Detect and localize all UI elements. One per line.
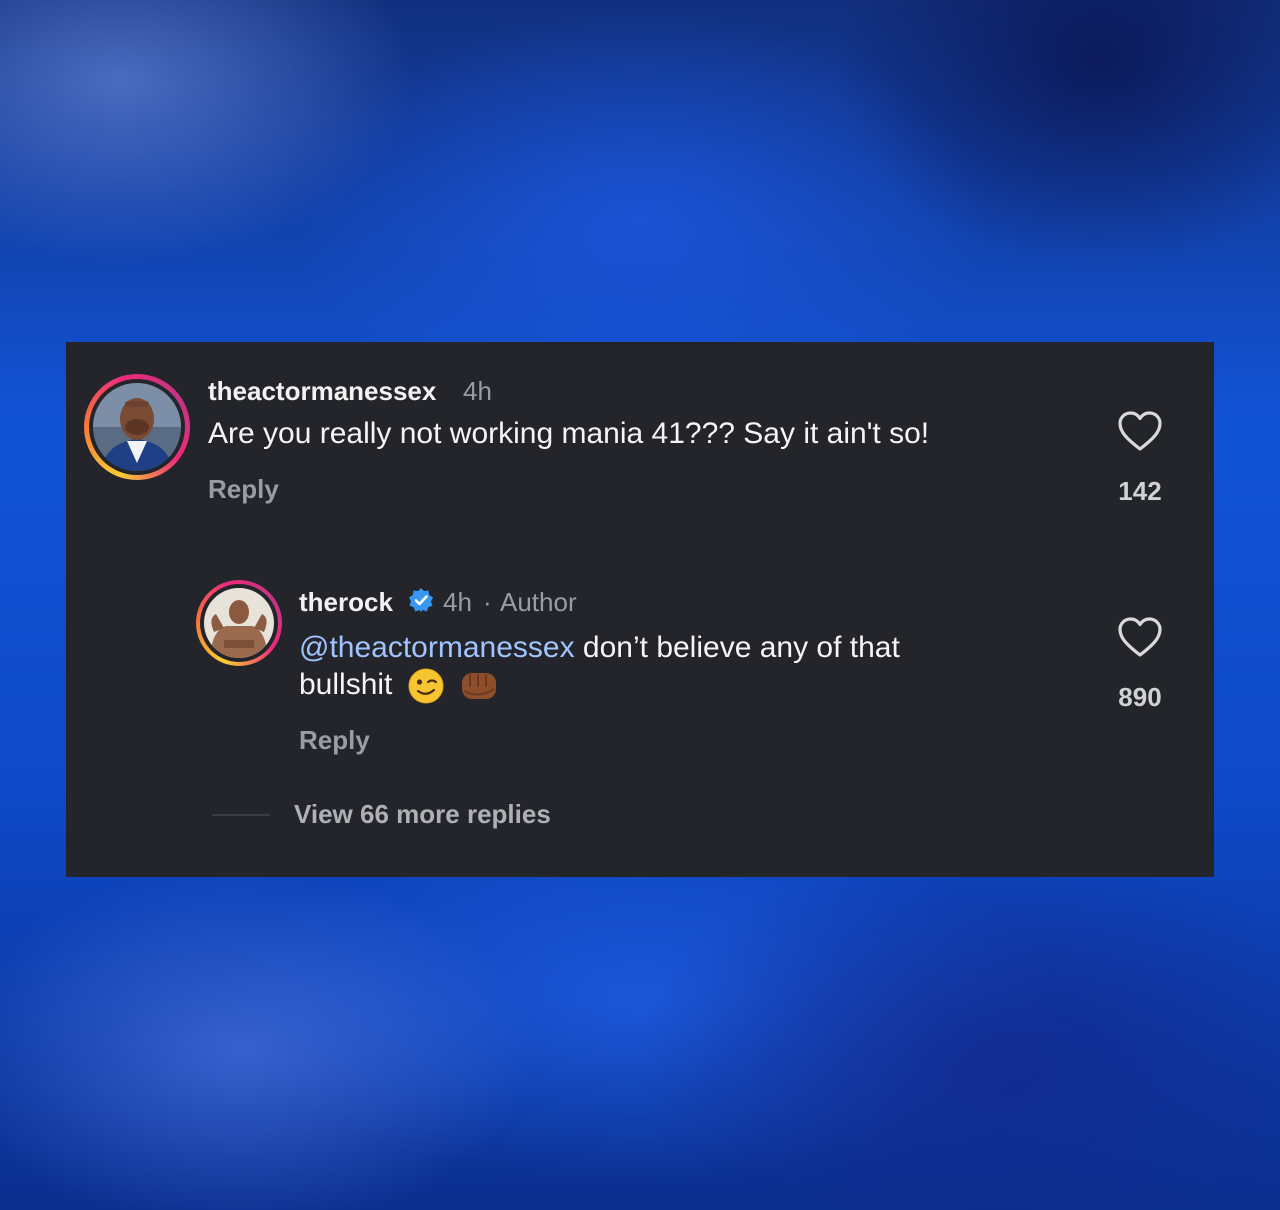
- avatar-ring[interactable]: [84, 374, 190, 480]
- comment-text-line2-row: bullshit: [299, 666, 499, 705]
- heart-icon[interactable]: [1117, 616, 1163, 658]
- avatar: [93, 383, 181, 471]
- like-count: 142: [1118, 476, 1162, 506]
- fist-emoji: [462, 673, 497, 700]
- reply-button[interactable]: Reply: [299, 725, 370, 756]
- comment-text-line1: don’t believe any of that: [574, 631, 900, 664]
- comment-time: 4h: [443, 587, 472, 617]
- comment-text: Are you really not working mania 41??? S…: [208, 417, 930, 450]
- comment-text-line2: bullshit: [299, 668, 393, 701]
- like-count: 890: [1118, 682, 1162, 712]
- user-mention[interactable]: @theactormanessex: [299, 631, 575, 664]
- heart-icon[interactable]: [1117, 410, 1163, 452]
- comment-thread-card: theactormanessex 4h Are you really not w…: [66, 342, 1214, 877]
- view-more-replies-button[interactable]: View 66 more replies: [294, 799, 551, 830]
- reply-button[interactable]: Reply: [208, 474, 279, 505]
- avatar-ring[interactable]: [196, 580, 282, 666]
- comment-username[interactable]: therock: [299, 587, 393, 618]
- comment-username[interactable]: theactormanessex: [208, 376, 436, 407]
- replies-divider: [212, 814, 270, 816]
- wink-emoji: [408, 668, 444, 704]
- avatar: [204, 588, 274, 658]
- verified-badge-icon: [409, 588, 433, 612]
- comment-text: @theactormanessex don’t believe any of t…: [299, 629, 900, 667]
- meta-separator: ·: [483, 587, 492, 617]
- comment-time: 4h: [463, 376, 492, 406]
- author-label: Author: [500, 587, 577, 617]
